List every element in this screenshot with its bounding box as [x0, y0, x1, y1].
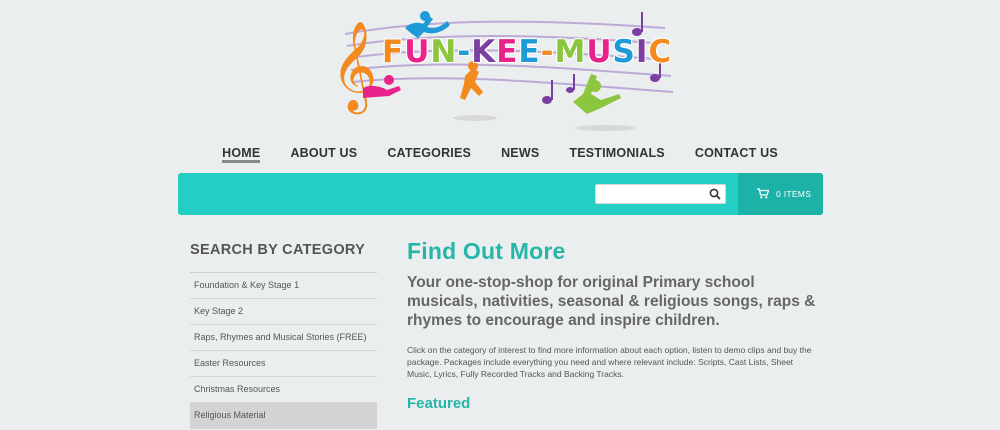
logo-letter: S	[612, 34, 636, 70]
category-sidebar: SEARCH BY CATEGORY Foundation & Key Stag…	[190, 238, 377, 429]
intro-text: Your one-stop-shop for original Primary …	[407, 274, 816, 329]
logo-letter: N	[430, 34, 458, 70]
logo-letter: -	[457, 34, 472, 70]
main-nav: HOME ABOUT US CATEGORIES NEWS TESTIMONIA…	[0, 146, 1000, 163]
main-content: Find Out More Your one-stop-shop for ori…	[407, 237, 822, 412]
logo-letter: U	[404, 34, 431, 70]
category-christmas[interactable]: Christmas Resources	[190, 377, 377, 403]
sidebar-title: SEARCH BY CATEGORY	[190, 238, 377, 273]
body-text: Click on the category of interest to fin…	[407, 345, 812, 379]
category-easter[interactable]: Easter Resources	[190, 351, 377, 377]
logo-letter: U	[586, 34, 613, 70]
search-icon[interactable]	[709, 188, 721, 200]
category-foundation-ks1[interactable]: Foundation & Key Stage 1	[190, 273, 377, 299]
nav-about-us[interactable]: ABOUT US	[290, 146, 357, 163]
nav-news[interactable]: NEWS	[501, 146, 539, 163]
page: 𝄞 FUN-KEE-MUSIC HOME ABOUT US CATEGORIES…	[0, 0, 1000, 430]
nav-categories[interactable]: CATEGORIES	[387, 146, 471, 163]
nav-testimonials[interactable]: TESTIMONIALS	[569, 146, 664, 163]
category-list: Foundation & Key Stage 1 Key Stage 2 Rap…	[190, 273, 377, 429]
logo-letter: I	[635, 34, 649, 70]
category-religious[interactable]: Religious Material	[190, 403, 377, 429]
cart-button[interactable]: 0 ITEMS	[738, 173, 823, 215]
search-input[interactable]	[599, 186, 709, 204]
cart-count: 0 ITEMS	[776, 189, 812, 199]
logo-text: FUN-KEE-MUSIC	[382, 34, 672, 70]
logo-letter: M	[554, 34, 587, 70]
treble-clef-icon: 𝄞	[331, 21, 377, 115]
search-box	[595, 184, 726, 204]
category-raps-rhymes[interactable]: Raps, Rhymes and Musical Stories (FREE)	[190, 325, 377, 351]
logo-letter: K	[471, 34, 497, 70]
logo-letter: -	[540, 34, 555, 70]
nav-home[interactable]: HOME	[222, 146, 261, 163]
site-logo[interactable]: 𝄞 FUN-KEE-MUSIC	[325, 6, 675, 134]
logo-letter: E	[496, 34, 519, 70]
featured-heading: Featured	[407, 395, 471, 412]
logo-letter: F	[382, 34, 405, 70]
cart-icon	[757, 188, 769, 199]
logo-artwork: 𝄞	[331, 11, 674, 131]
logo-letter: E	[518, 34, 541, 70]
logo-letter: C	[648, 34, 673, 70]
search-cart-bar: 0 ITEMS	[178, 173, 823, 215]
nav-contact-us[interactable]: CONTACT US	[695, 146, 778, 163]
category-key-stage-2[interactable]: Key Stage 2	[190, 299, 377, 325]
page-title: Find Out More	[407, 238, 566, 264]
